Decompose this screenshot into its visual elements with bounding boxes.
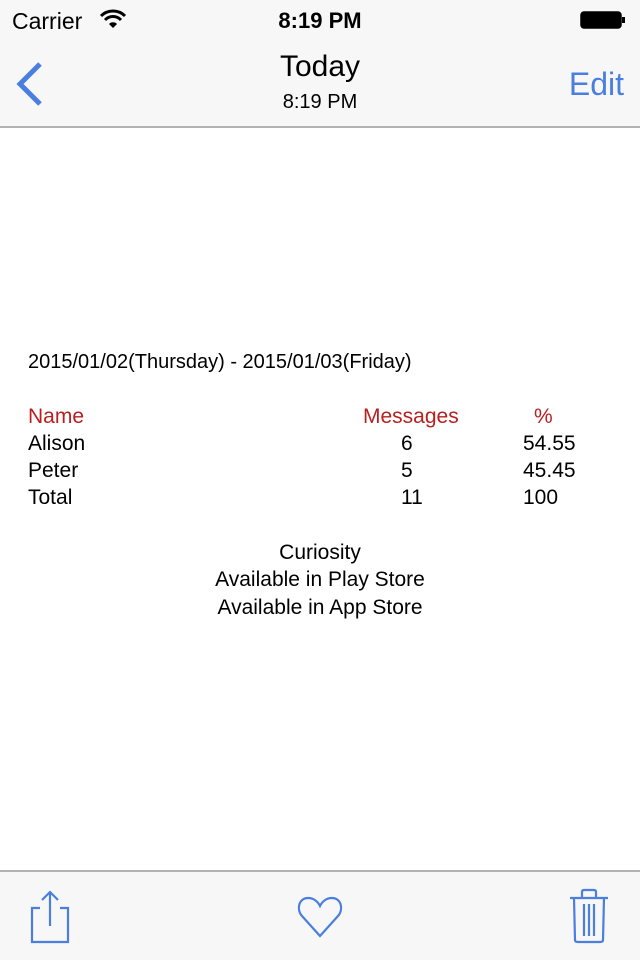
page-title: Today [279, 50, 361, 83]
status-time: 8:19 PM [278, 8, 362, 33]
favorite-button[interactable] [296, 894, 344, 940]
share-icon [30, 890, 70, 944]
row-name: Peter [28, 459, 79, 482]
bottom-toolbar [0, 870, 640, 960]
row-percent: 100 [523, 486, 559, 509]
table-row: Peter 5 45.45 [0, 459, 640, 486]
row-name: Total [28, 486, 73, 509]
column-header-messages: Messages [363, 405, 459, 428]
table-header: Name Messages % [0, 405, 640, 432]
row-percent: 54.55 [523, 432, 576, 455]
app-name: Curiosity [279, 541, 361, 564]
date-range: 2015/01/02(Thursday) - 2015/01/03(Friday… [28, 351, 412, 373]
play-store-note: Available in Play Store [215, 568, 425, 591]
delete-button[interactable] [566, 888, 612, 946]
row-percent: 45.45 [523, 459, 576, 482]
edit-button[interactable]: Edit [569, 66, 624, 103]
table-row: Alison 6 54.55 [0, 432, 640, 459]
column-header-percent: % [534, 405, 553, 428]
row-messages: 6 [401, 432, 413, 455]
status-bar: Carrier 8:19 PM [0, 0, 640, 40]
row-messages: 11 [401, 486, 423, 509]
page-subtitle: 8:19 PM [282, 91, 358, 113]
share-button[interactable] [28, 888, 72, 944]
top-bar: Carrier 8:19 PM Today 8:19 PM Edit [0, 0, 640, 128]
row-messages: 5 [401, 459, 413, 482]
app-store-note: Available in App Store [217, 596, 423, 619]
table-row-total: Total 11 100 [0, 486, 640, 513]
trash-icon [570, 888, 608, 944]
row-name: Alison [28, 432, 86, 455]
column-header-name: Name [28, 405, 85, 428]
battery-full-icon [580, 11, 625, 29]
heart-icon [297, 896, 343, 938]
